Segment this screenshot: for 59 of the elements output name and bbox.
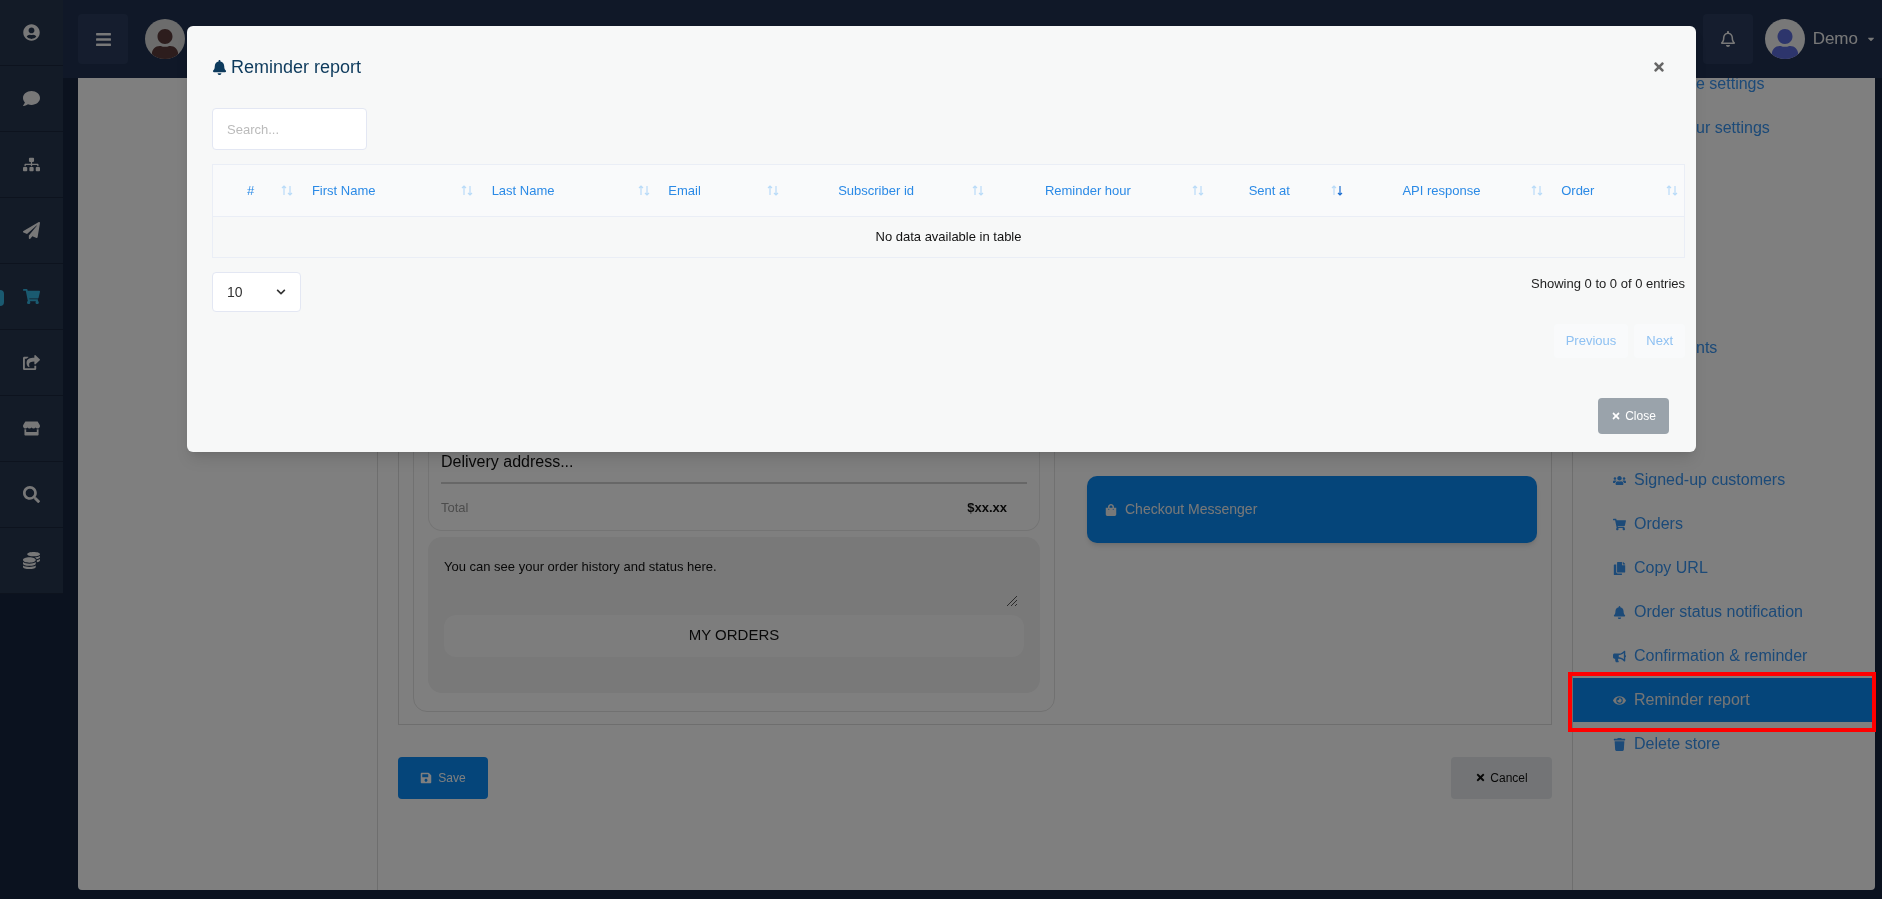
- menu-item[interactable]: Copy URL: [1573, 546, 1875, 590]
- column-header[interactable]: Sent at: [1209, 165, 1350, 216]
- resize-handle-icon: [1006, 594, 1018, 607]
- search-icon: [23, 486, 40, 503]
- coins-icon: [23, 552, 40, 569]
- menu-item[interactable]: Confirmation & reminder: [1573, 634, 1875, 678]
- bag-icon: [1105, 503, 1117, 516]
- menu-icon: [94, 30, 112, 48]
- menu-item[interactable]: Delete store: [1573, 722, 1875, 766]
- column-header[interactable]: Order: [1549, 165, 1684, 216]
- copy-icon: [1613, 561, 1626, 575]
- menu-item[interactable]: Signed-up customers: [1573, 458, 1875, 502]
- column-header[interactable]: Subscriber id: [785, 165, 990, 216]
- cart-icon: [1613, 517, 1626, 531]
- paper-plane-icon: [23, 222, 40, 239]
- my-orders-button[interactable]: MY ORDERS: [444, 614, 1024, 657]
- user-menu[interactable]: Demo: [1764, 19, 1876, 59]
- total-value: $xx.xx: [967, 499, 1007, 517]
- checkout-button[interactable]: Checkout Messenger: [1087, 476, 1537, 543]
- column-header[interactable]: API response: [1349, 165, 1550, 216]
- store-icon: [23, 420, 40, 437]
- save-button[interactable]: Save: [398, 756, 488, 799]
- empty-table-message: No data available in table: [875, 228, 1022, 247]
- column-header[interactable]: First Name: [298, 165, 479, 216]
- chevron-down-icon: [276, 287, 286, 297]
- users-icon: [1613, 473, 1626, 487]
- menu-item[interactable]: Orders: [1573, 502, 1875, 546]
- column-header[interactable]: Reminder hour: [989, 165, 1210, 216]
- user-icon: [23, 24, 40, 41]
- dialog-title: Reminder report: [231, 55, 362, 79]
- bell-icon: [1719, 31, 1736, 47]
- menu-button[interactable]: [78, 14, 128, 64]
- eye-icon: [1613, 693, 1626, 707]
- close-icon: [1611, 411, 1622, 421]
- close-icon: [1652, 60, 1666, 74]
- page-size-select[interactable]: 10: [212, 272, 301, 312]
- column-header[interactable]: Last Name: [478, 165, 657, 216]
- column-header[interactable]: Email: [656, 165, 786, 216]
- bell-icon: [1613, 605, 1626, 619]
- menu-item[interactable]: Order status notification: [1573, 590, 1875, 634]
- table-info: Showing 0 to 0 of 0 entries: [1531, 275, 1685, 293]
- sitemap-icon: [23, 156, 40, 173]
- avatar[interactable]: [145, 19, 185, 59]
- person-silhouette-icon: [1769, 29, 1800, 59]
- save-icon: [420, 771, 433, 784]
- cancel-button[interactable]: Cancel: [1451, 756, 1552, 799]
- bell-icon: [212, 59, 227, 75]
- person-silhouette-icon: [150, 29, 180, 59]
- megaphone-icon: [1613, 649, 1626, 663]
- search-field[interactable]: Search...: [212, 108, 367, 150]
- chat-icon: [23, 90, 40, 107]
- share-icon: [23, 354, 40, 371]
- menu-item[interactable]: Reminder report: [1573, 678, 1875, 722]
- column-header[interactable]: #: [213, 165, 299, 216]
- notifications-button[interactable]: [1702, 14, 1753, 64]
- cart-icon: [23, 288, 40, 305]
- message-field[interactable]: You can see your order history and status here.: [444, 556, 1024, 609]
- trash-icon: [1613, 737, 1626, 751]
- close-icon: [1475, 772, 1487, 783]
